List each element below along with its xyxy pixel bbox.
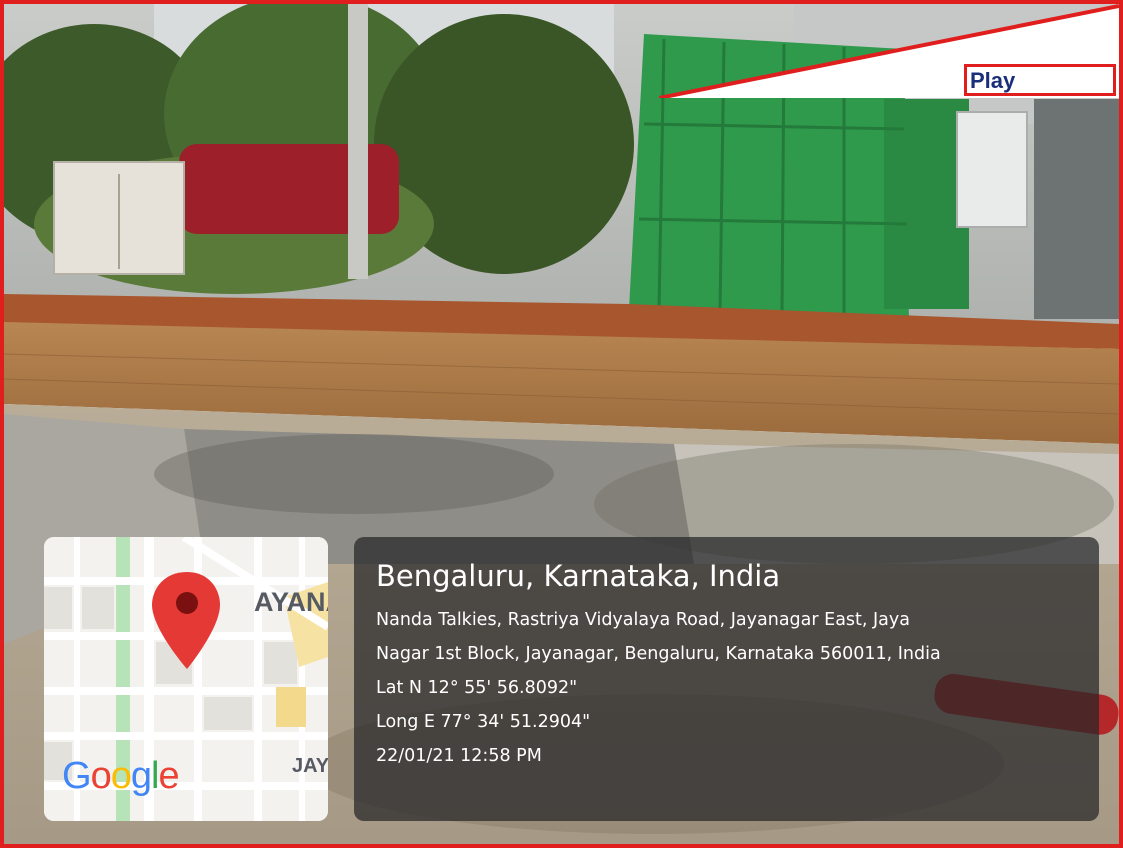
google-logo-letter: e <box>158 755 179 797</box>
google-logo-letter: o <box>110 755 132 797</box>
google-logo-letter: o <box>90 755 112 797</box>
map-thumbnail: AYANA JAY Google <box>44 537 328 821</box>
location-city: Bengaluru, Karnataka, India <box>376 559 781 593</box>
map-area-label-bottom: JAY <box>292 755 328 777</box>
map-area-label: AYANA <box>254 587 328 617</box>
timestamp-value: 22/01/21 12:58 PM <box>376 746 542 766</box>
address-line-1: Nanda Talkies, Rastriya Vidyalaya Road, … <box>376 610 910 630</box>
latitude-value: Lat N 12° 55' 56.8092" <box>376 678 578 698</box>
google-logo: Google <box>62 755 180 798</box>
play-button[interactable]: Play <box>964 64 1116 96</box>
address-line-2: Nagar 1st Block, Jayanagar, Bengaluru, K… <box>376 644 941 664</box>
geotag-info-panel: Bengaluru, Karnataka, India Nanda Talkie… <box>354 537 1099 821</box>
photo-frame: Play AYAN JAY Google Bengaluru, Karnatak… <box>0 0 1123 848</box>
google-logo-letter: G <box>62 755 92 797</box>
google-logo-letter: l <box>150 755 160 797</box>
longitude-value: Long E 77° 34' 51.2904" <box>376 712 591 732</box>
google-logo-letter: g <box>130 755 152 797</box>
